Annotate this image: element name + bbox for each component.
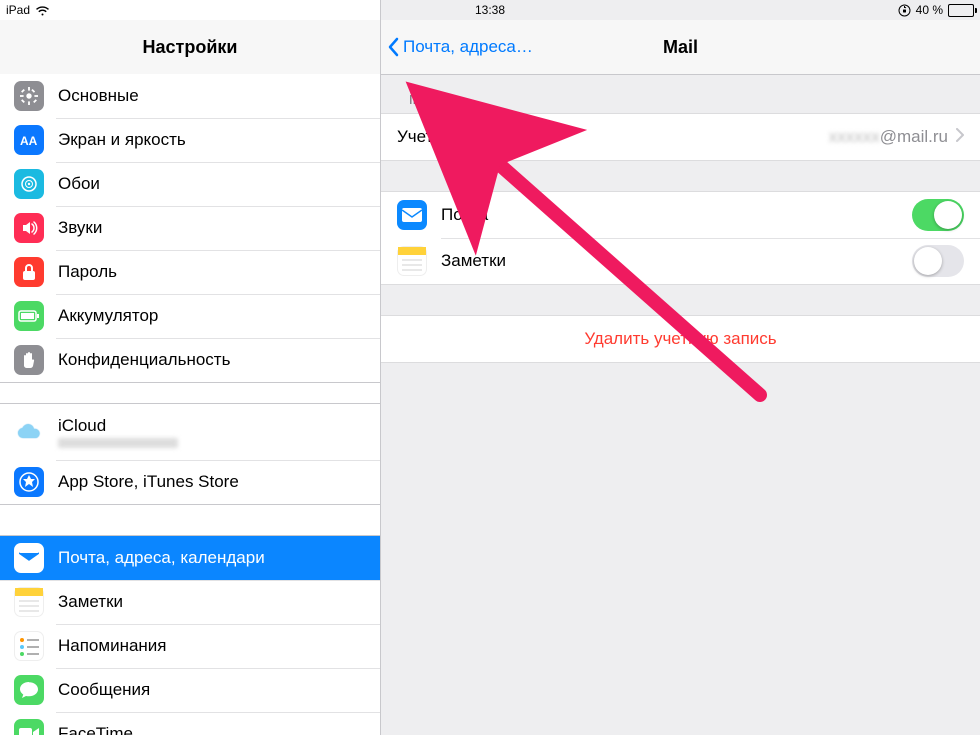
sidebar-item-display[interactable]: AA Экран и яркость [0,118,380,162]
sidebar-item-appstore[interactable]: App Store, iTunes Store [0,460,380,504]
device-label: iPad [6,3,30,17]
sidebar-item-general[interactable]: Основные [0,74,380,118]
sidebar-item-label: Напоминания [58,636,366,656]
mail-icon [397,200,427,230]
sidebar-group: Основные AA Экран и яркость Обои Звуки [0,74,380,383]
account-value-hidden: xxxxxx [829,127,880,147]
svg-text:AA: AA [20,134,38,147]
delete-group: Удалить учетную запись [381,315,980,363]
battery-pct: 40 % [916,3,943,17]
sidebar-item-label: Звуки [58,218,366,238]
hand-icon [14,345,44,375]
gear-icon [14,81,44,111]
sidebar-item-mail[interactable]: Почта, адреса, календари [0,536,380,580]
notes-toggle[interactable] [912,245,964,277]
sidebar-item-label: Сообщения [58,680,366,700]
sidebar-item-label: Конфиденциальность [58,350,366,370]
service-mail-cell: Почта [381,192,980,238]
sidebar-item-label: Почта, адреса, календари [58,548,366,568]
chevron-right-icon [956,127,964,147]
account-label: Учетная запись [397,127,829,147]
service-notes-cell: Заметки [381,238,980,284]
sidebar-item-passcode[interactable]: Пароль [0,250,380,294]
sidebar-item-label: Основные [58,86,366,106]
sidebar-item-facetime[interactable]: FaceTime [0,712,380,735]
service-label: Почта [441,205,912,225]
status-bar: iPad 13:38 40 % [0,0,980,20]
facetime-icon [14,719,44,735]
section-header-imap: IMAP [409,92,968,107]
sidebar-item-label: App Store, iTunes Store [58,472,366,492]
delete-label: Удалить учетную запись [584,329,776,349]
detail-pane: Почта, адреса… Mail IMAP Учетная запись … [381,0,980,735]
sidebar-item-label: Экран и яркость [58,130,366,150]
messages-icon [14,675,44,705]
sidebar-navbar: Настройки [0,20,380,75]
sidebar-item-messages[interactable]: Сообщения [0,668,380,712]
services-group: Почта Заметки [381,191,980,285]
sidebar-item-sounds[interactable]: Звуки [0,206,380,250]
lock-icon [14,257,44,287]
chevron-left-icon [387,37,399,57]
account-value: @mail.ru [880,127,948,147]
appstore-icon [14,467,44,497]
sidebar-item-icloud[interactable]: iCloud [0,404,380,460]
detail-navbar: Почта, адреса… Mail [381,20,980,75]
icloud-account-sublabel [58,438,178,448]
orientation-lock-icon [898,4,911,17]
account-cell[interactable]: Учетная запись xxxxxx @mail.ru [381,114,980,160]
wallpaper-icon [14,169,44,199]
sidebar-item-label: iCloud [58,416,366,448]
detail-content[interactable]: IMAP Учетная запись xxxxxx @mail.ru Почт… [381,74,980,735]
detail-title: Mail [663,37,698,58]
back-button[interactable]: Почта, адреса… [387,37,533,57]
sidebar-title: Настройки [143,37,238,58]
sidebar-item-label: Аккумулятор [58,306,366,326]
back-label: Почта, адреса… [403,37,533,57]
sidebar-item-label: Пароль [58,262,366,282]
sidebar-group: iCloud App Store, iTunes Store [0,403,380,505]
mail-toggle[interactable] [912,199,964,231]
sidebar-item-privacy[interactable]: Конфиденциальность [0,338,380,382]
icloud-icon [14,417,44,447]
status-time: 13:38 [475,3,505,17]
sidebar-item-label: Обои [58,174,366,194]
battery-icon [948,4,974,17]
sound-icon [14,213,44,243]
notes-icon [397,246,427,276]
display-icon: AA [14,125,44,155]
sidebar-item-label: FaceTime [58,724,366,735]
notes-icon [14,587,44,617]
sidebar-group: Почта, адреса, календари Заметки Напомин… [0,535,380,735]
sidebar-item-battery[interactable]: Аккумулятор [0,294,380,338]
sidebar-list[interactable]: Основные AA Экран и яркость Обои Звуки [0,74,380,735]
reminders-icon [14,631,44,661]
sidebar-pane: Настройки Основные AA Экран и яркость [0,0,381,735]
delete-account-button[interactable]: Удалить учетную запись [381,316,980,362]
battery-app-icon [14,301,44,331]
wifi-icon [35,5,50,16]
sidebar-item-wallpaper[interactable]: Обои [0,162,380,206]
sidebar-item-label: Заметки [58,592,366,612]
service-label: Заметки [441,251,912,271]
sidebar-item-reminders[interactable]: Напоминания [0,624,380,668]
sidebar-item-notes[interactable]: Заметки [0,580,380,624]
account-group: Учетная запись xxxxxx @mail.ru [381,113,980,161]
mail-icon [14,543,44,573]
